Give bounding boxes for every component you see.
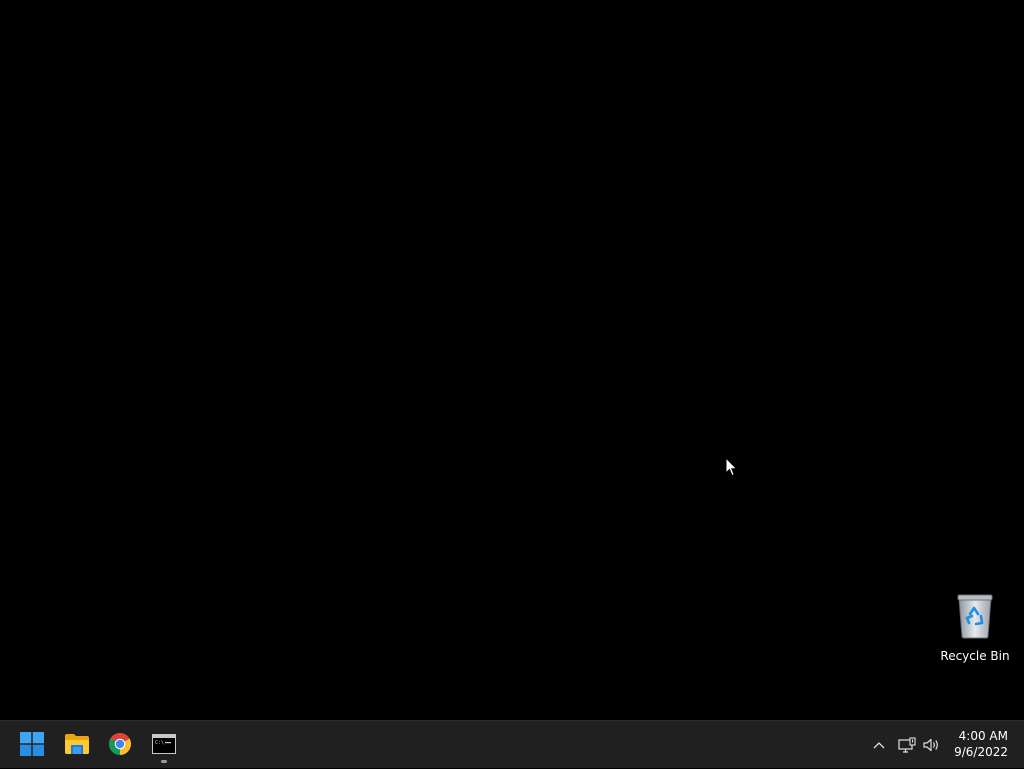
recycle-bin-label: Recycle Bin [940,649,1010,663]
chevron-up-icon [873,742,885,749]
volume-button[interactable] [918,721,944,769]
recycle-bin-icon [951,592,999,644]
mouse-pointer-icon [725,456,738,477]
command-prompt-button[interactable]: C:\ [144,724,184,764]
windows-logo-icon [20,732,44,756]
network-button[interactable] [894,721,920,769]
file-explorer-button[interactable] [57,724,97,764]
clock-time: 4:00 AM [958,729,1008,743]
chrome-button[interactable] [100,724,140,764]
start-button[interactable] [12,724,52,764]
svg-text:C:\: C:\ [155,740,164,746]
recycle-bin-shortcut[interactable]: Recycle Bin [940,592,1010,668]
network-icon [898,737,916,753]
chrome-icon [109,733,131,755]
terminal-icon: C:\ [152,734,176,754]
taskbar: C:\ 4:00 AM 9/6/2022 [0,720,1024,768]
clock-date: 9/6/2022 [954,745,1008,759]
clock-button[interactable]: 4:00 AM 9/6/2022 [948,728,1008,762]
running-indicator [161,760,167,763]
desktop: Recycle Bin [0,0,1024,720]
volume-icon [923,738,938,752]
folder-icon [65,734,89,754]
show-hidden-icons-button[interactable] [866,721,892,769]
